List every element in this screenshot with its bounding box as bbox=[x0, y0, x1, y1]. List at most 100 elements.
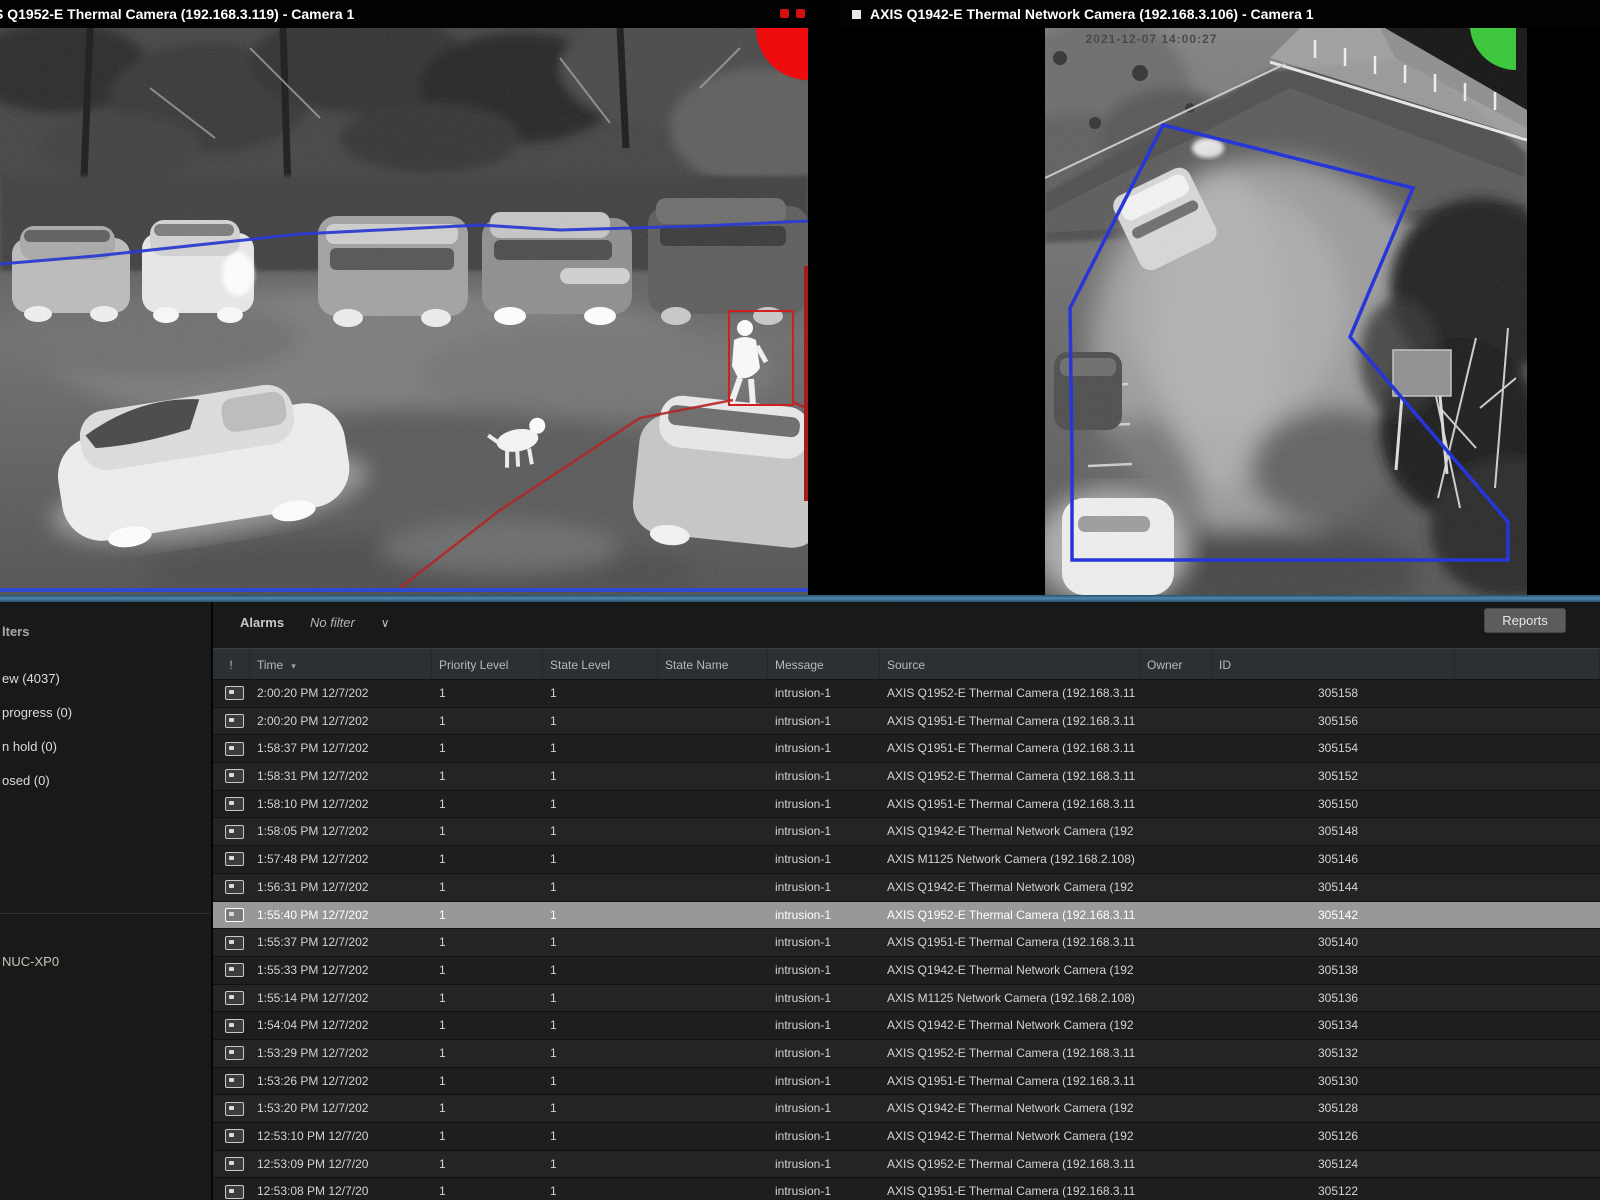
alarm-cell-time: 1:56:31 PM 12/7/202 bbox=[250, 874, 432, 901]
alarm-cell-message: intrusion-1 bbox=[768, 1012, 880, 1039]
alarm-cell-priority: 1 bbox=[432, 929, 543, 956]
alarm-row[interactable]: 12:53:10 PM 12/7/2011intrusion-1AXIS Q19… bbox=[213, 1123, 1600, 1151]
sidebar-filter-item[interactable]: progress (0) bbox=[0, 696, 211, 730]
column-header--[interactable]: ! bbox=[213, 649, 250, 679]
alarm-cell-state-level: 1 bbox=[543, 1151, 658, 1178]
alarm-cell-owner bbox=[1140, 929, 1212, 956]
sidebar-filter-item[interactable]: ew (4037) bbox=[0, 662, 211, 696]
alarm-cell-state-level: 1 bbox=[543, 902, 658, 929]
column-header-priority-level[interactable]: Priority Level bbox=[432, 649, 543, 679]
alarm-cell-source: AXIS Q1951-E Thermal Camera (192.168.3.1… bbox=[880, 791, 1140, 818]
alarm-row[interactable]: 2:00:20 PM 12/7/20211intrusion-1AXIS Q19… bbox=[213, 708, 1600, 736]
alarm-cell-state-level: 1 bbox=[543, 1068, 658, 1095]
alarm-cell-id: 305130 bbox=[1212, 1068, 1455, 1095]
column-header-filler bbox=[1455, 649, 1600, 679]
column-header-time[interactable]: Time▾ bbox=[250, 649, 432, 679]
column-header-owner[interactable]: Owner bbox=[1140, 649, 1212, 679]
alarm-cell-priority: 1 bbox=[432, 708, 543, 735]
alarm-cell-message: intrusion-1 bbox=[768, 708, 880, 735]
alarm-row[interactable]: 1:56:31 PM 12/7/20211intrusion-1AXIS Q19… bbox=[213, 874, 1600, 902]
alarm-icon-cell bbox=[213, 1151, 250, 1178]
alarm-cell-message: intrusion-1 bbox=[768, 902, 880, 929]
alarm-row[interactable]: 1:53:26 PM 12/7/20211intrusion-1AXIS Q19… bbox=[213, 1068, 1600, 1096]
alarm-icon-cell bbox=[213, 1040, 250, 1067]
alarm-cell-owner bbox=[1140, 1151, 1212, 1178]
alarm-cell-state-name bbox=[658, 1095, 768, 1122]
alarm-row[interactable]: 1:55:40 PM 12/7/20211intrusion-1AXIS Q19… bbox=[213, 902, 1600, 930]
alarm-cell-id: 305128 bbox=[1212, 1095, 1455, 1122]
alarm-cell-message: intrusion-1 bbox=[768, 1151, 880, 1178]
alarm-row[interactable]: 1:55:14 PM 12/7/20211intrusion-1AXIS M11… bbox=[213, 985, 1600, 1013]
alarm-cell-time: 2:00:20 PM 12/7/202 bbox=[250, 680, 432, 707]
alarm-icon-cell bbox=[213, 735, 250, 762]
alarm-row[interactable]: 1:58:10 PM 12/7/20211intrusion-1AXIS Q19… bbox=[213, 791, 1600, 819]
alarm-cell-priority: 1 bbox=[432, 818, 543, 845]
alarm-cell-source: AXIS Q1942-E Thermal Network Camera (192 bbox=[880, 957, 1140, 984]
alarm-cell-state-name bbox=[658, 1040, 768, 1067]
alarm-cell-source: AXIS Q1952-E Thermal Camera (192.168.3.1… bbox=[880, 680, 1140, 707]
alarm-cell-time: 1:53:26 PM 12/7/202 bbox=[250, 1068, 432, 1095]
sidebar-filter-item[interactable]: osed (0) bbox=[0, 764, 211, 798]
alarm-cell-message: intrusion-1 bbox=[768, 735, 880, 762]
camera-video-right[interactable]: 2021-12-07 14:00:27 bbox=[840, 28, 1600, 595]
alarm-cell-id: 305148 bbox=[1212, 818, 1455, 845]
camera-title-left: S Q1952-E Thermal Camera (192.168.3.119)… bbox=[0, 0, 354, 28]
sidebar-server-item[interactable]: NUC-XP0 bbox=[2, 954, 59, 969]
alarm-cell-owner bbox=[1140, 846, 1212, 873]
alarm-cell-priority: 1 bbox=[432, 735, 543, 762]
alarm-cell-source: AXIS Q1942-E Thermal Network Camera (192 bbox=[880, 1123, 1140, 1150]
alarm-row[interactable]: 1:55:33 PM 12/7/20211intrusion-1AXIS Q19… bbox=[213, 957, 1600, 985]
alarm-row[interactable]: 1:58:05 PM 12/7/20211intrusion-1AXIS Q19… bbox=[213, 818, 1600, 846]
alarm-cell-message: intrusion-1 bbox=[768, 1095, 880, 1122]
alarm-row[interactable]: 1:58:37 PM 12/7/20211intrusion-1AXIS Q19… bbox=[213, 735, 1600, 763]
alarm-cell-owner bbox=[1140, 735, 1212, 762]
tile-selection-edge bbox=[0, 588, 808, 592]
alarm-thumbnail-icon bbox=[225, 1129, 244, 1143]
alarm-cell-id: 305134 bbox=[1212, 1012, 1455, 1039]
alarm-icon-cell bbox=[213, 902, 250, 929]
alarm-cell-id: 305126 bbox=[1212, 1123, 1455, 1150]
alarm-cell-state-name bbox=[658, 708, 768, 735]
title-bar-indicators bbox=[780, 9, 805, 18]
alarm-row[interactable]: 1:53:29 PM 12/7/20211intrusion-1AXIS Q19… bbox=[213, 1040, 1600, 1068]
sidebar-filter-list: ew (4037)progress (0)n hold (0)osed (0) bbox=[0, 662, 211, 798]
column-header-message[interactable]: Message bbox=[768, 649, 880, 679]
alarm-cell-state-name bbox=[658, 1123, 768, 1150]
alarm-icon-cell bbox=[213, 1095, 250, 1122]
alarm-cell-source: AXIS Q1942-E Thermal Network Camera (192 bbox=[880, 818, 1140, 845]
alarm-cell-state-level: 1 bbox=[543, 791, 658, 818]
alarm-cell-id: 305158 bbox=[1212, 680, 1455, 707]
alarm-row[interactable]: 1:54:04 PM 12/7/20211intrusion-1AXIS Q19… bbox=[213, 1012, 1600, 1040]
alarm-panel: lters ew (4037)progress (0)n hold (0)ose… bbox=[0, 602, 1600, 1200]
alarm-cell-owner bbox=[1140, 1040, 1212, 1067]
alarm-thumbnail-icon bbox=[225, 1074, 244, 1088]
alarm-thumbnail-icon bbox=[225, 963, 244, 977]
alarm-cell-time: 1:58:10 PM 12/7/202 bbox=[250, 791, 432, 818]
alarm-thumbnail-icon bbox=[225, 1046, 244, 1060]
sidebar-filters-header: lters bbox=[2, 624, 29, 639]
alarm-row[interactable]: 12:53:08 PM 12/7/2011intrusion-1AXIS Q19… bbox=[213, 1178, 1600, 1200]
alarm-row[interactable]: 1:58:31 PM 12/7/20211intrusion-1AXIS Q19… bbox=[213, 763, 1600, 791]
column-header-id[interactable]: ID bbox=[1212, 649, 1455, 679]
alarm-row[interactable]: 1:57:48 PM 12/7/20211intrusion-1AXIS M11… bbox=[213, 846, 1600, 874]
alarm-row[interactable]: 1:53:20 PM 12/7/20211intrusion-1AXIS Q19… bbox=[213, 1095, 1600, 1123]
column-header-state-level[interactable]: State Level bbox=[543, 649, 658, 679]
alarm-cell-time: 1:57:48 PM 12/7/202 bbox=[250, 846, 432, 873]
panel-splitter[interactable] bbox=[0, 595, 1600, 602]
sidebar-filter-item[interactable]: n hold (0) bbox=[0, 730, 211, 764]
reports-button[interactable]: Reports bbox=[1484, 608, 1566, 633]
alarm-row[interactable]: 2:00:20 PM 12/7/20211intrusion-1AXIS Q19… bbox=[213, 680, 1600, 708]
thermal-scene-right bbox=[840, 28, 1600, 595]
alarm-cell-state-name bbox=[658, 818, 768, 845]
alarm-cell-time: 1:53:29 PM 12/7/202 bbox=[250, 1040, 432, 1067]
alarm-cell-time: 1:55:37 PM 12/7/202 bbox=[250, 929, 432, 956]
column-header-source[interactable]: Source bbox=[880, 649, 1140, 679]
alarm-row[interactable]: 12:53:09 PM 12/7/2011intrusion-1AXIS Q19… bbox=[213, 1151, 1600, 1179]
column-header-state-name[interactable]: State Name bbox=[658, 649, 768, 679]
alarm-filter-value: No filter bbox=[310, 615, 355, 630]
alarm-row[interactable]: 1:55:37 PM 12/7/20211intrusion-1AXIS Q19… bbox=[213, 929, 1600, 957]
alarm-filter-dropdown[interactable]: No filter∨ bbox=[310, 615, 390, 630]
alarm-icon-cell bbox=[213, 791, 250, 818]
camera-video-left[interactable] bbox=[0, 28, 808, 595]
alarm-cell-message: intrusion-1 bbox=[768, 680, 880, 707]
